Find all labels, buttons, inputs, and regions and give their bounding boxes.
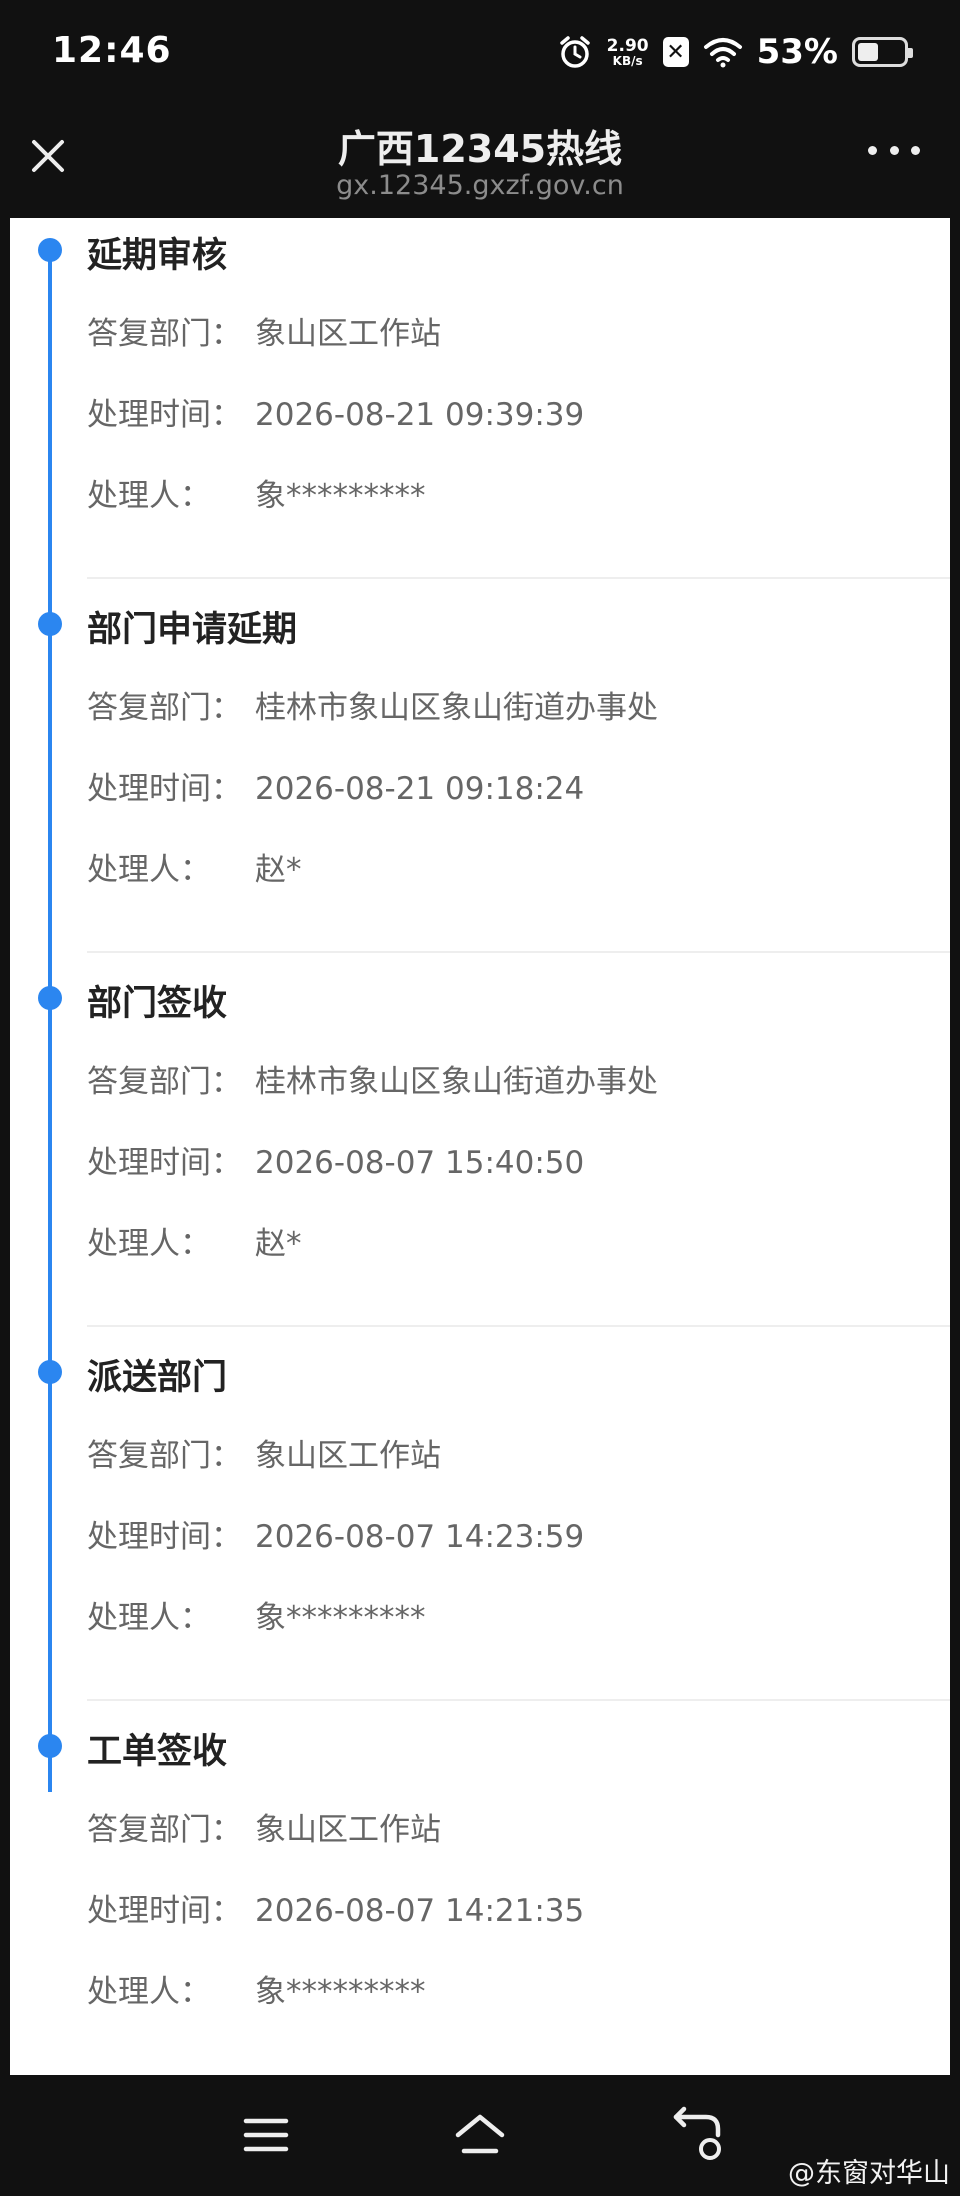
process-time-row: 处理时间： 2026-08-07 14:21:35 [87, 1885, 584, 1930]
timeline-dot [38, 612, 62, 636]
browser-header: 广西12345热线 gx.12345.gxzf.gov.cn [0, 110, 960, 218]
reply-department-label: 答复部门： [87, 690, 242, 726]
divider [87, 1325, 950, 1327]
timeline-item: 工单签收 答复部门： 象山区工作站 处理时间： 2026-08-07 14:21:35 处… [10, 1714, 950, 2075]
wifi-icon [703, 38, 742, 68]
reply-department-row: 答复部门： 象山区工作站 [87, 1804, 441, 1849]
timeline-item: 派送部门 答复部门： 象山区工作站 处理时间： 2026-08-07 14:23:59 处… [10, 1340, 950, 1714]
menu-icon[interactable] [236, 2105, 296, 2165]
reply-department-label: 答复部门： [87, 1812, 242, 1848]
more-options-icon[interactable] [868, 140, 920, 160]
back-icon[interactable] [668, 2105, 728, 2165]
divider [87, 577, 950, 579]
handler-row: 处理人： 象********* [87, 470, 426, 515]
handler-row: 处理人： 赵* [87, 844, 302, 889]
timeline-item-title: 工单签收 [87, 1732, 228, 1772]
process-time-row: 处理时间： 2026-08-21 09:39:39 [87, 389, 584, 434]
network-speed-value: 2.90 [606, 35, 649, 56]
handler-row: 处理人： 象********* [87, 1966, 426, 2011]
process-time-label: 处理时间： [87, 771, 242, 807]
reply-department-row: 答复部门： 象山区工作站 [87, 308, 441, 353]
timeline-dot [38, 1734, 62, 1758]
timeline-item-title: 延期审核 [87, 236, 228, 276]
timeline-card: 延期审核 答复部门： 象山区工作站 处理时间： 2026-08-21 09:39:39 处… [10, 218, 950, 2075]
reply-department-label: 答复部门： [87, 316, 242, 352]
process-time-row: 处理时间： 2026-08-07 14:23:59 [87, 1511, 584, 1556]
handler-value: 象********* [255, 478, 426, 514]
process-time-label: 处理时间： [87, 1145, 242, 1181]
reply-department-label: 答复部门： [87, 1438, 242, 1474]
handler-value: 象********* [255, 1974, 426, 2010]
alarm-icon [559, 36, 590, 68]
process-time-value: 2026-08-21 09:39:39 [255, 397, 585, 433]
handler-value: 象********* [255, 1600, 426, 1636]
page-url: gx.12345.gxzf.gov.cn [336, 170, 624, 201]
handler-value: 赵* [255, 1226, 302, 1262]
handler-label: 处理人： [87, 1600, 211, 1636]
handler-row: 处理人： 赵* [87, 1218, 302, 1263]
no-sim-icon: ✕ [662, 37, 689, 67]
timeline-item: 延期审核 答复部门： 象山区工作站 处理时间： 2026-08-21 09:39:39 处… [10, 218, 950, 592]
battery-icon [852, 37, 913, 67]
reply-department-value: 象山区工作站 [255, 316, 441, 352]
reply-department-value: 象山区工作站 [255, 1438, 441, 1474]
status-time: 12:46 [52, 30, 172, 71]
home-icon[interactable] [450, 2105, 510, 2165]
timeline-item-title: 部门签收 [87, 984, 228, 1024]
reply-department-label: 答复部门： [87, 1064, 242, 1100]
status-icons: 2.90 KB/s ✕ 53% [557, 30, 913, 74]
timeline-item-title: 派送部门 [87, 1358, 228, 1398]
handler-label: 处理人： [87, 478, 211, 514]
battery-level [858, 43, 879, 61]
timeline-item-title: 部门申请延期 [87, 610, 298, 650]
reply-department-value: 桂林市象山区象山街道办事处 [255, 1064, 658, 1100]
handler-label: 处理人： [87, 1974, 211, 2010]
battery-percent: 53% [756, 32, 838, 72]
reply-department-value: 象山区工作站 [255, 1812, 441, 1848]
process-time-label: 处理时间： [87, 1893, 242, 1929]
timeline-dot [38, 238, 62, 262]
handler-row: 处理人： 象********* [87, 1592, 426, 1637]
process-time-row: 处理时间： 2026-08-07 15:40:50 [87, 1137, 584, 1182]
reply-department-row: 答复部门： 桂林市象山区象山街道办事处 [87, 1056, 658, 1101]
handler-label: 处理人： [87, 852, 211, 888]
process-time-label: 处理时间： [87, 397, 242, 433]
network-speed-unit: KB/s [612, 53, 643, 68]
process-time-value: 2026-08-07 14:21:35 [255, 1893, 585, 1929]
timeline-item: 部门签收答复部门： 桂林市象山区象山街道办事处处理时间： 2026-08-07 15… [10, 966, 950, 1340]
process-time-row: 处理时间： 2026-08-21 09:18:24 [87, 763, 584, 808]
timeline-dot [38, 1360, 62, 1384]
reply-department-value: 桂林市象山区象山街道办事处 [255, 690, 658, 726]
status-bar: 12:46 2.90 KB/s ✕ 53% [0, 0, 960, 110]
timeline-dot [38, 986, 62, 1010]
process-time-value: 2026-08-07 14:23:59 [255, 1519, 585, 1555]
page-title: 广西12345热线 [337, 127, 623, 171]
watermark: @东窗对华山 [788, 2158, 950, 2189]
reply-department-row: 答复部门： 桂林市象山区象山街道办事处 [87, 682, 658, 727]
reply-department-row: 答复部门： 象山区工作站 [87, 1430, 441, 1475]
handler-label: 处理人： [87, 1226, 211, 1262]
network-speed: 2.90 KB/s [606, 35, 649, 68]
divider [87, 1699, 950, 1701]
timeline-item: 部门申请延期答复部门： 桂林市象山区象山街道办事处处理时间： 2026-08-21 … [10, 592, 950, 966]
divider [87, 951, 950, 953]
process-time-value: 2026-08-07 15:40:50 [255, 1145, 585, 1181]
process-time-value: 2026-08-21 09:18:24 [255, 771, 585, 807]
handler-value: 赵* [255, 852, 302, 888]
process-time-label: 处理时间： [87, 1519, 242, 1555]
